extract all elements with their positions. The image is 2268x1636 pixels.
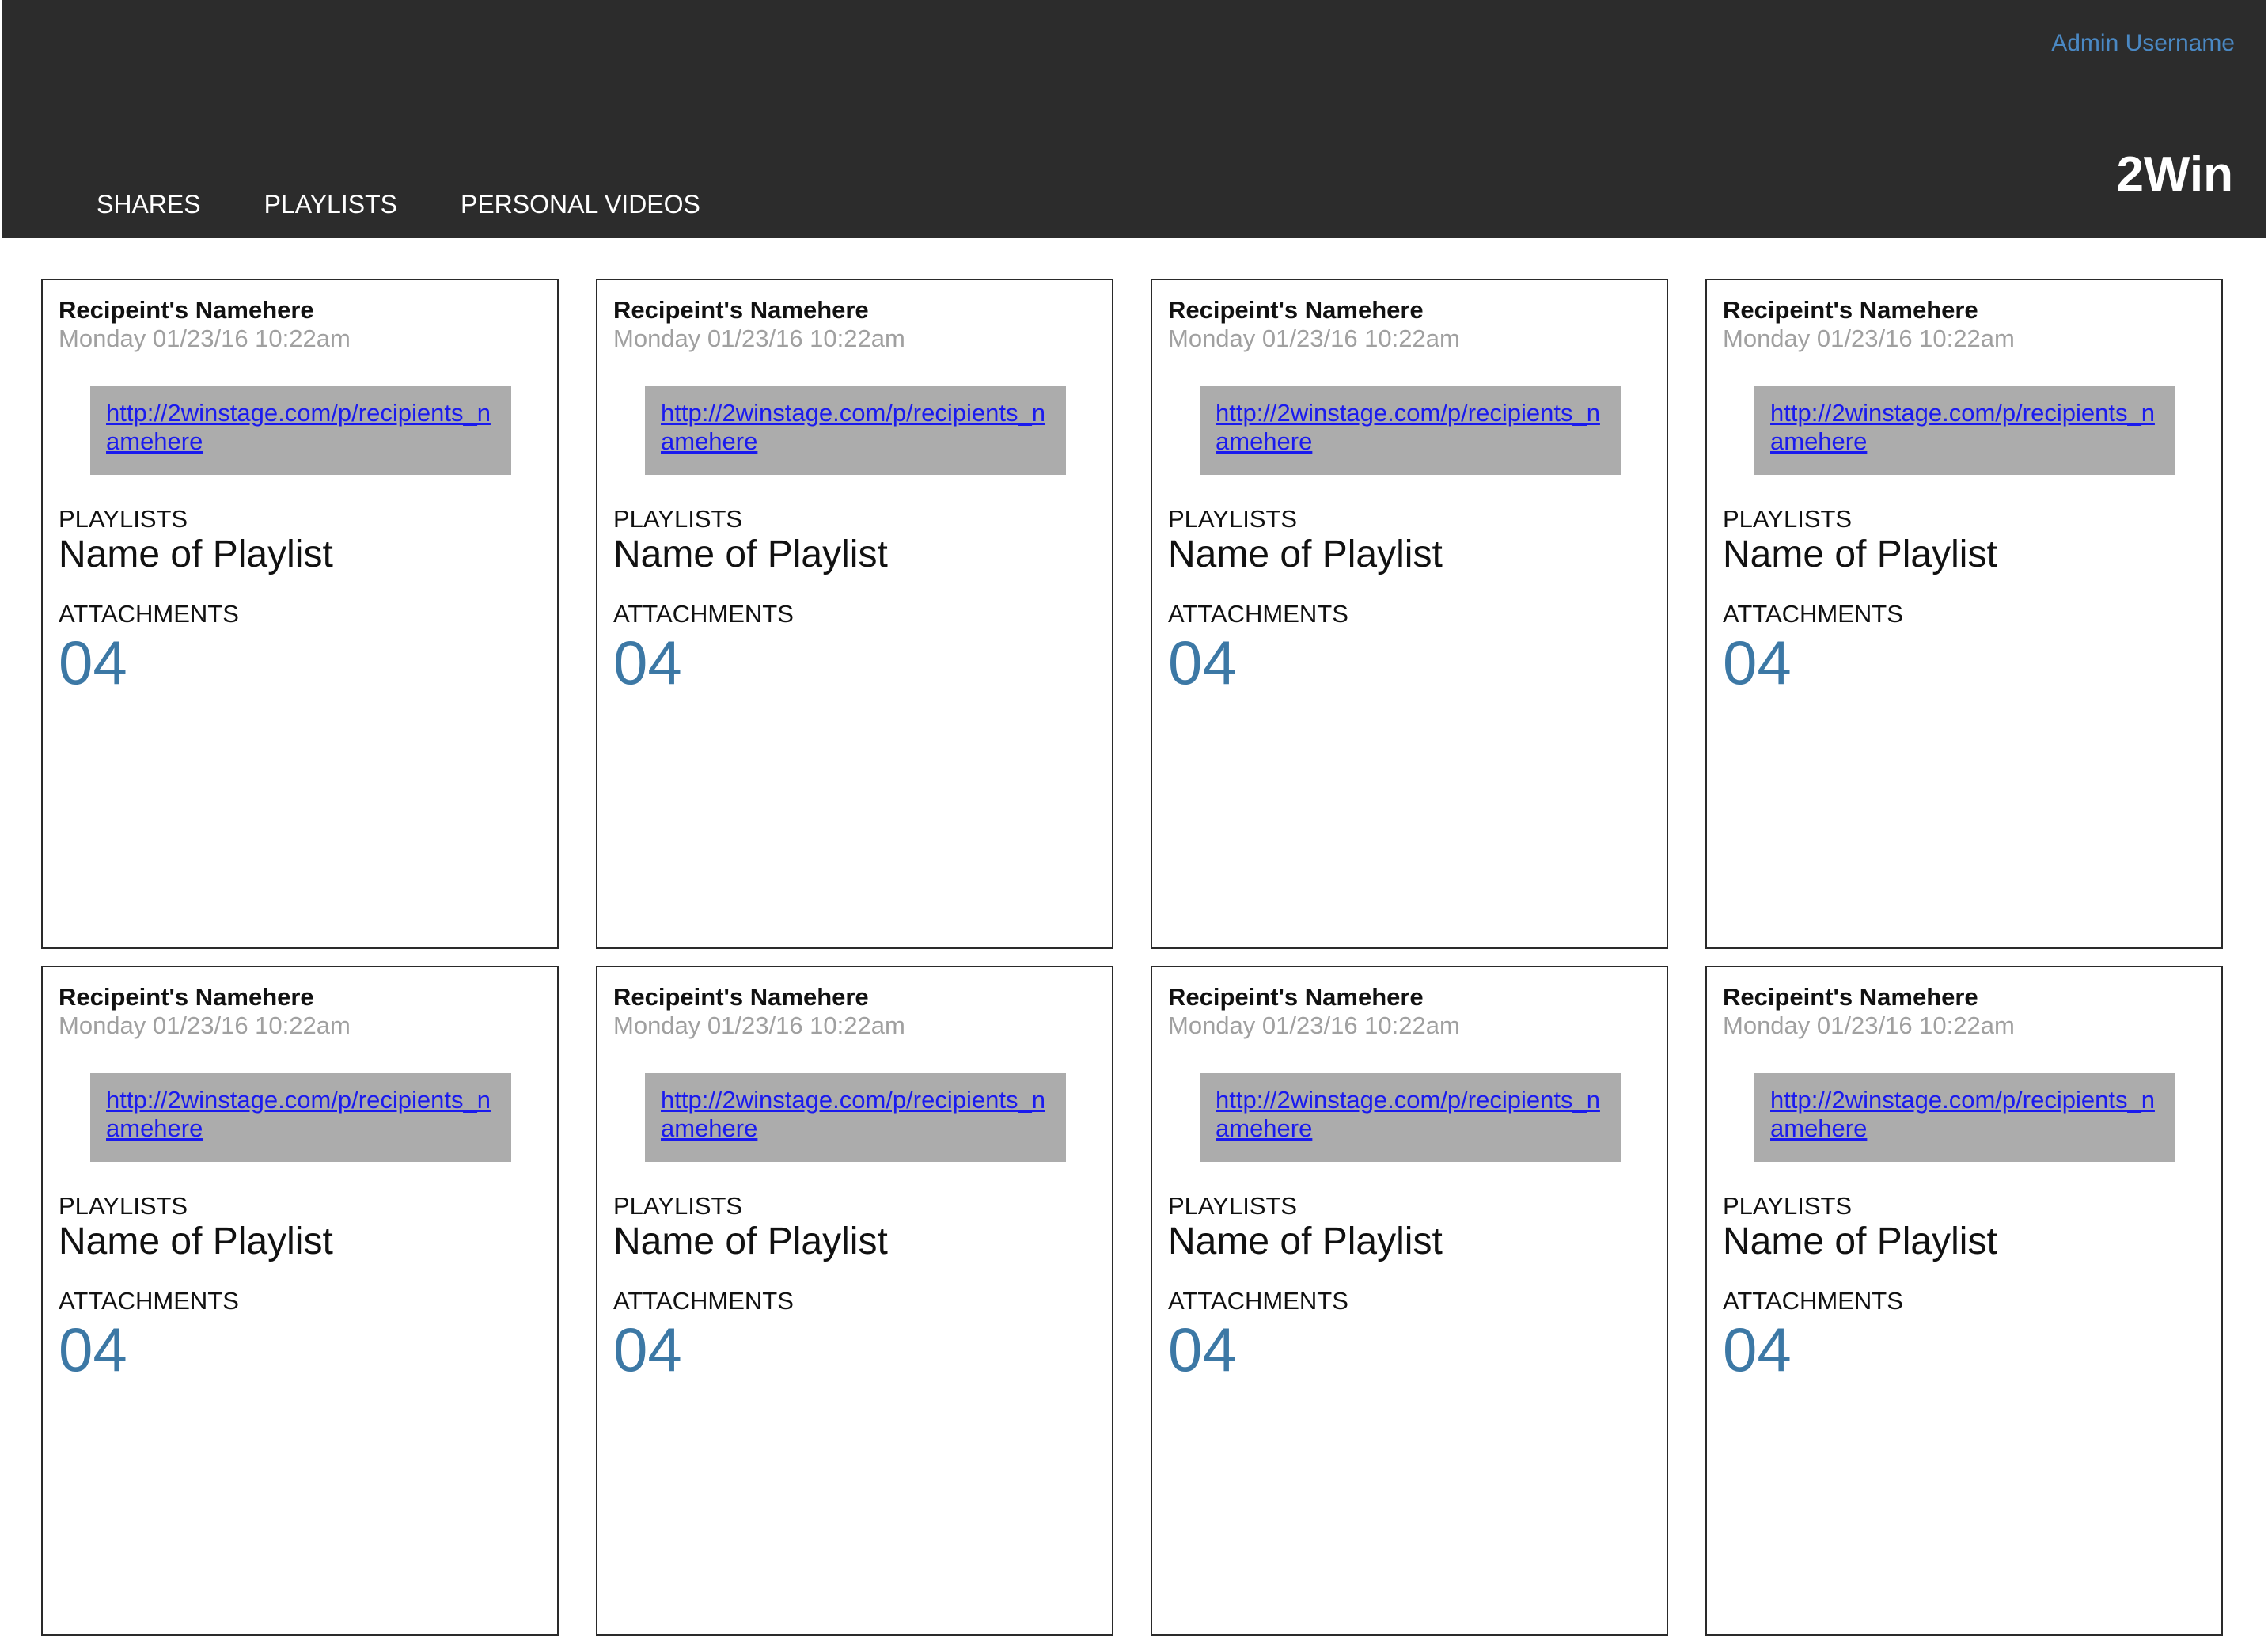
playlist-name: Name of Playlist	[59, 1220, 333, 1262]
share-link-box: http://2winstage.com/p/recipients_namehe…	[1754, 1073, 2175, 1162]
attachments-count: 04	[1168, 628, 1237, 697]
admin-username-link[interactable]: Admin Username	[2051, 30, 2235, 57]
top-header: Admin Username 2Win SHARES PLAYLISTS PER…	[2, 0, 2266, 238]
recipient-name: Recipeint's Namehere	[59, 296, 314, 324]
recipient-name: Recipeint's Namehere	[1723, 983, 1978, 1011]
recipient-name: Recipeint's Namehere	[613, 983, 869, 1011]
share-card[interactable]: Recipeint's Namehere Monday 01/23/16 10:…	[41, 279, 559, 949]
attachments-label: ATTACHMENTS	[59, 600, 239, 628]
share-card[interactable]: Recipeint's Namehere Monday 01/23/16 10:…	[596, 966, 1113, 1636]
share-link[interactable]: http://2winstage.com/p/recipients_namehe…	[1216, 1086, 1600, 1142]
share-link[interactable]: http://2winstage.com/p/recipients_namehe…	[661, 1086, 1045, 1142]
share-link[interactable]: http://2winstage.com/p/recipients_namehe…	[1770, 399, 2155, 455]
playlists-label: PLAYLISTS	[59, 505, 188, 533]
recipient-name: Recipeint's Namehere	[613, 296, 869, 324]
playlists-label: PLAYLISTS	[1168, 505, 1298, 533]
share-card[interactable]: Recipeint's Namehere Monday 01/23/16 10:…	[1151, 279, 1668, 949]
attachments-label: ATTACHMENTS	[59, 1287, 239, 1315]
playlists-label: PLAYLISTS	[1168, 1192, 1298, 1220]
recipient-name: Recipeint's Namehere	[59, 983, 314, 1011]
attachments-count: 04	[59, 628, 127, 697]
recipient-name: Recipeint's Namehere	[1723, 296, 1978, 324]
attachments-count: 04	[1168, 1315, 1237, 1384]
recipient-name: Recipeint's Namehere	[1168, 983, 1424, 1011]
share-link-box: http://2winstage.com/p/recipients_namehe…	[1200, 386, 1621, 475]
shares-grid: Recipeint's Namehere Monday 01/23/16 10:…	[41, 279, 2225, 1636]
recipient-name: Recipeint's Namehere	[1168, 296, 1424, 324]
share-date: Monday 01/23/16 10:22am	[1168, 1012, 1460, 1039]
share-card[interactable]: Recipeint's Namehere Monday 01/23/16 10:…	[1705, 966, 2223, 1636]
playlists-label: PLAYLISTS	[1723, 505, 1853, 533]
playlists-label: PLAYLISTS	[613, 505, 743, 533]
share-link-box: http://2winstage.com/p/recipients_namehe…	[645, 1073, 1066, 1162]
playlist-name: Name of Playlist	[1723, 533, 1997, 575]
attachments-count: 04	[613, 628, 682, 697]
share-date: Monday 01/23/16 10:22am	[613, 325, 905, 352]
share-date: Monday 01/23/16 10:22am	[613, 1012, 905, 1039]
playlist-name: Name of Playlist	[1723, 1220, 1997, 1262]
share-date: Monday 01/23/16 10:22am	[1723, 325, 2015, 352]
share-date: Monday 01/23/16 10:22am	[1168, 325, 1460, 352]
attachments-label: ATTACHMENTS	[1168, 600, 1348, 628]
attachments-count: 04	[613, 1315, 682, 1384]
playlist-name: Name of Playlist	[613, 1220, 888, 1262]
share-date: Monday 01/23/16 10:22am	[1723, 1012, 2015, 1039]
share-link-box: http://2winstage.com/p/recipients_namehe…	[90, 386, 511, 475]
share-link-box: http://2winstage.com/p/recipients_namehe…	[1754, 386, 2175, 475]
share-link-box: http://2winstage.com/p/recipients_namehe…	[645, 386, 1066, 475]
attachments-label: ATTACHMENTS	[1168, 1287, 1348, 1315]
playlist-name: Name of Playlist	[1168, 1220, 1443, 1262]
attachments-label: ATTACHMENTS	[613, 1287, 794, 1315]
nav-item-shares[interactable]: SHARES	[97, 188, 201, 220]
playlist-name: Name of Playlist	[1168, 533, 1443, 575]
share-card[interactable]: Recipeint's Namehere Monday 01/23/16 10:…	[41, 966, 559, 1636]
share-card[interactable]: Recipeint's Namehere Monday 01/23/16 10:…	[596, 279, 1113, 949]
brand-logo: 2Win	[2116, 147, 2233, 202]
nav-item-playlists[interactable]: PLAYLISTS	[264, 188, 397, 220]
share-link[interactable]: http://2winstage.com/p/recipients_namehe…	[106, 1086, 491, 1142]
attachments-label: ATTACHMENTS	[1723, 600, 1903, 628]
nav-item-personal-videos[interactable]: PERSONAL VIDEOS	[461, 188, 700, 220]
playlists-label: PLAYLISTS	[613, 1192, 743, 1220]
attachments-count: 04	[1723, 628, 1792, 697]
attachments-count: 04	[59, 1315, 127, 1384]
attachments-label: ATTACHMENTS	[613, 600, 794, 628]
playlists-label: PLAYLISTS	[59, 1192, 188, 1220]
share-link-box: http://2winstage.com/p/recipients_namehe…	[90, 1073, 511, 1162]
playlists-label: PLAYLISTS	[1723, 1192, 1853, 1220]
attachments-label: ATTACHMENTS	[1723, 1287, 1903, 1315]
share-date: Monday 01/23/16 10:22am	[59, 1012, 351, 1039]
share-link-box: http://2winstage.com/p/recipients_namehe…	[1200, 1073, 1621, 1162]
share-link[interactable]: http://2winstage.com/p/recipients_namehe…	[661, 399, 1045, 455]
share-link[interactable]: http://2winstage.com/p/recipients_namehe…	[1216, 399, 1600, 455]
playlist-name: Name of Playlist	[613, 533, 888, 575]
playlist-name: Name of Playlist	[59, 533, 333, 575]
share-card[interactable]: Recipeint's Namehere Monday 01/23/16 10:…	[1151, 966, 1668, 1636]
share-date: Monday 01/23/16 10:22am	[59, 325, 351, 352]
share-link[interactable]: http://2winstage.com/p/recipients_namehe…	[106, 399, 491, 455]
share-card[interactable]: Recipeint's Namehere Monday 01/23/16 10:…	[1705, 279, 2223, 949]
main-nav: SHARES PLAYLISTS PERSONAL VIDEOS	[97, 188, 764, 220]
share-link[interactable]: http://2winstage.com/p/recipients_namehe…	[1770, 1086, 2155, 1142]
attachments-count: 04	[1723, 1315, 1792, 1384]
